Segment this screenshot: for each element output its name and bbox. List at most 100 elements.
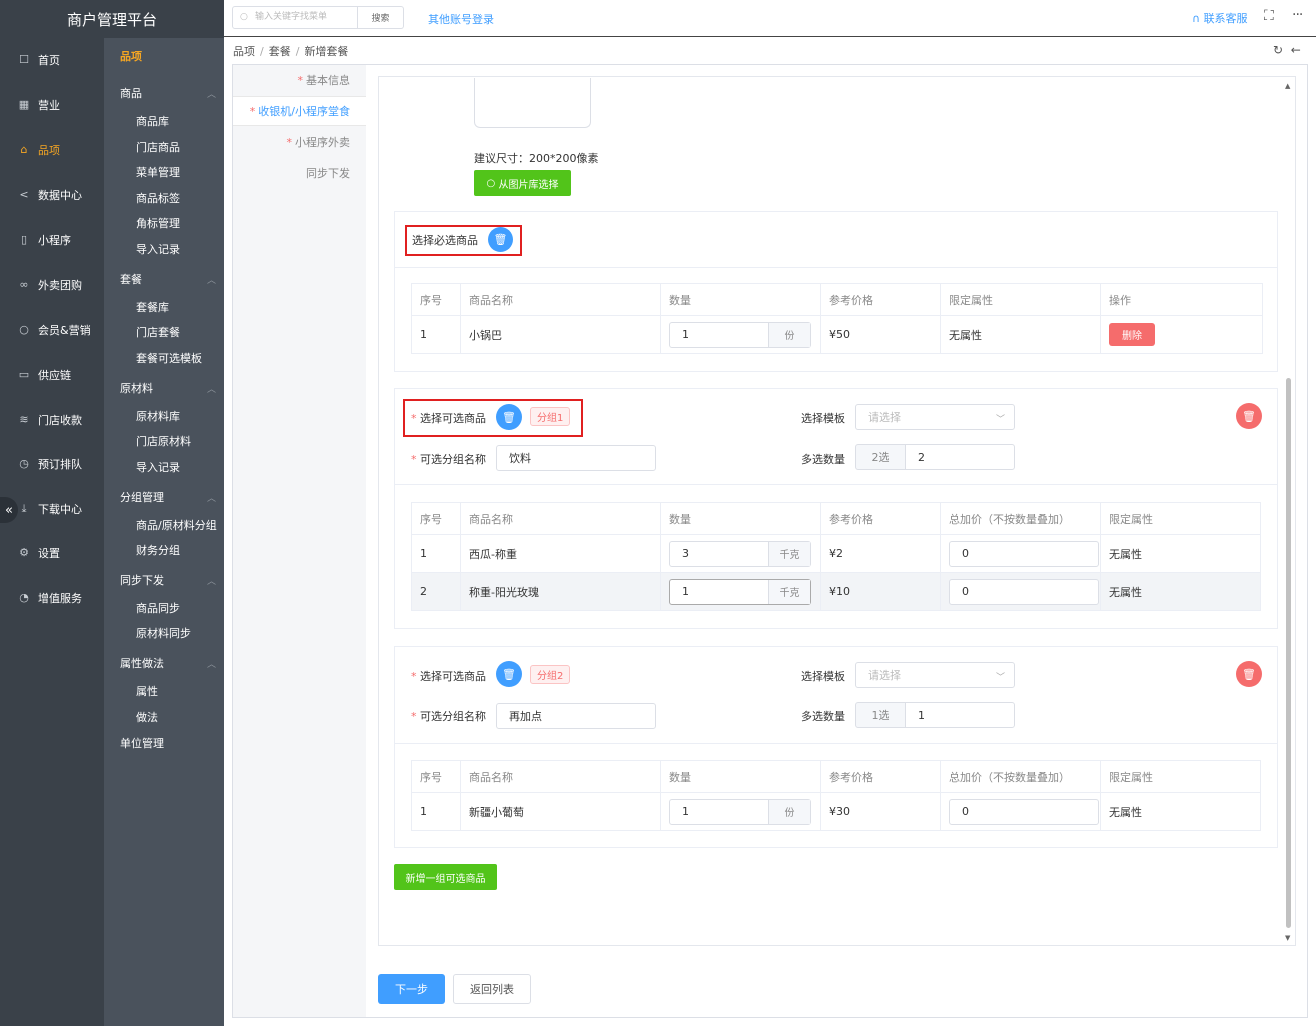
group-name-input[interactable]: 再加点 (496, 703, 656, 729)
subnav-item[interactable]: 菜单管理 (136, 161, 180, 183)
clock-icon: ◷ (19, 457, 29, 470)
subnav-group-product[interactable]: 商品 ︿ (120, 82, 216, 104)
trash-icon: 🗑 (502, 410, 516, 424)
quantity-input[interactable]: 1份 (669, 321, 811, 348)
table-header: 参考价格 (820, 760, 941, 793)
extra-price-input[interactable]: 0 (949, 798, 1099, 825)
step-takeout[interactable]: * 小程序外卖 (287, 127, 351, 157)
optional-delete-button[interactable]: 🗑 (496, 404, 522, 430)
coins-icon: ≋ (19, 413, 29, 426)
trash-icon: 🗑 (1242, 409, 1256, 423)
subnav-item[interactable]: 商品/原材料分组 (136, 514, 217, 536)
optional-delete-button[interactable]: 🗑 (496, 661, 522, 687)
sidebar-item-settings[interactable]: ⚙ 设置 (0, 530, 104, 575)
multi-count-input[interactable]: 1 (905, 702, 1015, 728)
chevron-up-icon: ︿ (206, 89, 216, 100)
extra-price-input[interactable]: 0 (949, 578, 1099, 605)
multi-count-prefix: 1选 (855, 702, 906, 728)
subnav-item[interactable]: 门店商品 (136, 136, 180, 158)
table-header: 限定属性 (1100, 502, 1261, 535)
sidebar-item-business[interactable]: ▦ 营业 (0, 82, 104, 127)
step-sync[interactable]: 同步下发 (306, 158, 350, 188)
more-icon[interactable]: ··· (1292, 7, 1303, 23)
subnav-item[interactable]: 门店原材料 (136, 430, 191, 452)
breadcrumb-item[interactable]: 品项 (233, 45, 255, 58)
bag-icon: ⌂ (20, 143, 28, 156)
template-select[interactable]: 请选择 ﹀ (855, 404, 1015, 430)
trash-icon: 🗑 (493, 233, 508, 246)
pick-from-library-button[interactable]: ○ 从图片库选择 (474, 170, 571, 196)
menu-search-input[interactable]: ○ 输入关键字找菜单 (232, 6, 358, 29)
subnav-item[interactable]: 套餐可选模板 (136, 347, 202, 369)
quantity-input[interactable]: 1份 (669, 798, 811, 825)
subnav-item[interactable]: 财务分组 (136, 539, 180, 561)
subnav-group-grouping[interactable]: 分组管理 ︿ (120, 486, 216, 508)
sidebar-item-value-added[interactable]: ◔ 增值服务 (0, 575, 104, 620)
subnav-item[interactable]: 商品标签 (136, 187, 180, 209)
sidebar-item-data-center[interactable]: < 数据中心 (0, 172, 104, 217)
table-header: 序号 (411, 283, 461, 316)
subnav-group-material[interactable]: 原材料 ︿ (120, 377, 216, 399)
bike-icon: ∞ (19, 278, 29, 291)
sidebar-item-member[interactable]: ○ 会员&营销 (0, 307, 104, 352)
sidebar-item-takeout[interactable]: ∞ 外卖团购 (0, 262, 104, 307)
group-name-input[interactable]: 饮料 (496, 445, 656, 471)
multi-count-input[interactable]: 2 (905, 444, 1015, 470)
remove-group-button[interactable]: 🗑 (1236, 403, 1262, 429)
subnav-item[interactable]: 属性 (136, 680, 158, 702)
fullscreen-icon[interactable]: ⛶ (1264, 8, 1274, 24)
sidebar-item-payment[interactable]: ≋ 门店收款 (0, 397, 104, 442)
sidebar-item-home[interactable]: ☐ 首页 (0, 37, 104, 82)
sidebar-item-reservation[interactable]: ◷ 预订排队 (0, 441, 104, 486)
step-basic-info[interactable]: * 基本信息 (298, 65, 351, 95)
step-dine-in[interactable]: * 收银机/小程序堂食 (233, 96, 366, 126)
subnav-group-combo[interactable]: 套餐 ︿ (120, 268, 216, 290)
subnav-item[interactable]: 门店套餐 (136, 321, 180, 343)
sidebar-item-products[interactable]: ⌂ 品项 (0, 127, 104, 172)
subnav-group-units[interactable]: 单位管理 (120, 732, 216, 754)
extra-price-input[interactable]: 0 (949, 540, 1099, 567)
sidebar-item-miniprogram[interactable]: ▯ 小程序 (0, 217, 104, 262)
headset-icon: ∩ (1192, 12, 1204, 25)
delete-row-button[interactable]: 删除 (1109, 323, 1155, 346)
home-icon: ☐ (19, 53, 29, 66)
table-header: 序号 (411, 760, 461, 793)
subnav-item[interactable]: 原材料同步 (136, 622, 191, 644)
table-header: 商品名称 (460, 283, 661, 316)
table-header: 参考价格 (820, 283, 941, 316)
refresh-icon[interactable]: ↻ (1273, 43, 1283, 57)
search-button[interactable]: 搜索 (358, 6, 404, 29)
contact-support-link[interactable]: ∩ 联系客服 (1192, 10, 1248, 26)
table-header: 商品名称 (460, 760, 661, 793)
step-nav: * 基本信息 * 收银机/小程序堂食 * 小程序外卖 同步下发 (233, 65, 366, 1017)
scroll-thumb[interactable] (1286, 378, 1291, 928)
template-select[interactable]: 请选择 ﹀ (855, 662, 1015, 688)
other-account-login-link[interactable]: 其他账号登录 (428, 11, 494, 27)
subnav-item[interactable]: 商品同步 (136, 597, 180, 619)
add-optional-group-button[interactable]: 新增一组可选商品 (394, 864, 497, 890)
image-upload-box[interactable] (474, 78, 591, 128)
back-arrow-icon[interactable]: ← (1291, 43, 1301, 57)
subnav-item[interactable]: 原材料库 (136, 405, 180, 427)
scroll-down-icon[interactable]: ▼ (1285, 934, 1290, 942)
subnav-item[interactable]: 角标管理 (136, 212, 180, 234)
subnav-group-attributes[interactable]: 属性做法 ︿ (120, 652, 216, 674)
quantity-input[interactable]: 3 千克 (669, 540, 811, 567)
optional-products-table-1: 序号 商品名称 数量 参考价格 总加价（不按数量叠加） 限定属性 1 西瓜-称重… (411, 502, 1261, 611)
subnav-item[interactable]: 导入记录 (136, 238, 180, 260)
subnav-item[interactable]: 导入记录 (136, 456, 180, 478)
next-step-button[interactable]: 下一步 (378, 974, 445, 1004)
quantity-input[interactable]: 1 千克 (669, 578, 811, 605)
sidebar-item-supply[interactable]: ▭ 供应链 (0, 352, 104, 397)
scroll-up-icon[interactable]: ▲ (1285, 82, 1290, 90)
content-scrollbar[interactable]: ▲ ▼ (1285, 82, 1292, 942)
subnav-item[interactable]: 套餐库 (136, 296, 169, 318)
back-to-list-button[interactable]: 返回列表 (453, 974, 531, 1004)
subnav-item[interactable]: 商品库 (136, 110, 169, 132)
required-delete-button[interactable]: 🗑 (488, 227, 513, 252)
truck-icon: ▭ (18, 368, 30, 381)
remove-group-button[interactable]: 🗑 (1236, 661, 1262, 687)
subnav-item[interactable]: 做法 (136, 706, 158, 728)
subnav-group-sync[interactable]: 同步下发 ︿ (120, 569, 216, 591)
breadcrumb-item[interactable]: 套餐 (269, 45, 291, 58)
